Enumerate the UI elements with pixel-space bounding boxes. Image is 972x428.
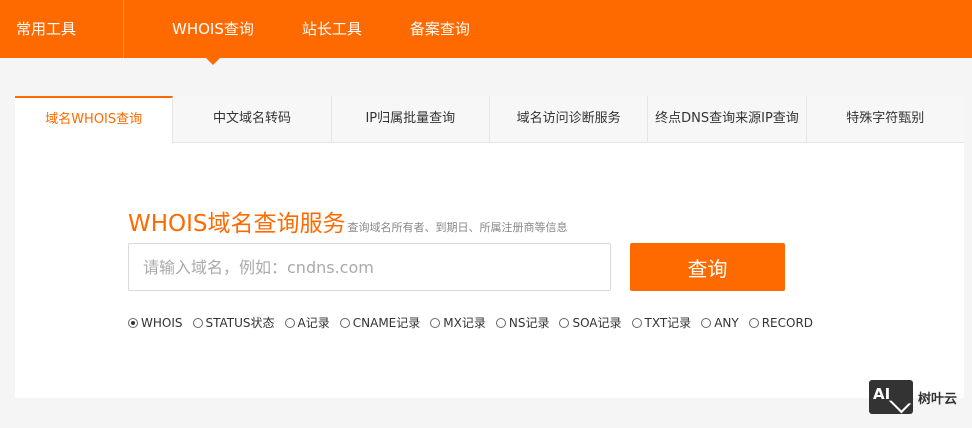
radio-label: RECORD [761,315,814,330]
tab-domain-whois[interactable]: 域名WHOIS查询 [15,96,174,143]
radio-label: WHOIS [141,315,183,330]
watermark: AI 树叶云 [869,380,957,414]
headline: WHOIS域名查询服务 查询域名所有者、到期日、所属注册商等信息 [128,204,568,238]
radio-label: SOA记录 [572,316,622,330]
radio-unselected-icon [701,317,712,328]
tool-tabs: 域名WHOIS查询 中文域名转码 IP归属批量查询 域名访问诊断服务 终点DNS… [15,96,964,143]
radio-label: CNAME记录 [352,316,421,330]
radio-unselected-icon [339,317,350,328]
tab-domain-diagnosis[interactable]: 域名访问诊断服务 [490,96,649,142]
radio-unselected-icon [748,317,759,328]
page-title: WHOIS域名查询服务 [128,211,346,237]
radio-whois[interactable]: WHOIS [128,316,183,330]
radio-ns-record[interactable]: NS记录 [495,314,550,331]
record-type-radio-group: WHOIS STATUS状态 A记录 CNAME记录 MX记录 NS记录 SOA… [128,314,823,331]
radio-unselected-icon [284,317,295,328]
query-button[interactable]: 查询 [630,243,785,291]
top-navigation-bar: 常用工具 WHOIS查询 站长工具 备案查询 [0,0,972,65]
radio-cname-record[interactable]: CNAME记录 [339,314,421,331]
watermark-text: 树叶云 [918,391,958,407]
radio-label: STATUS状态 [205,316,275,330]
radio-unselected-icon [192,317,203,328]
radio-selected-icon [128,317,138,328]
radio-label: TXT记录 [644,316,692,330]
nav-list: WHOIS查询 站长工具 备案查询 [172,0,518,65]
tab-ip-batch-lookup[interactable]: IP归属批量查询 [332,96,490,142]
radio-unselected-icon [430,317,441,328]
nav-brand-common-tools[interactable]: 常用工具 [0,0,124,58]
radio-unselected-icon [631,317,642,328]
radio-txt-record[interactable]: TXT记录 [631,314,692,331]
radio-unselected-icon [495,317,506,328]
radio-soa-record[interactable]: SOA记录 [559,314,622,331]
radio-mx-record[interactable]: MX记录 [430,314,486,331]
ai-logo-icon: AI [869,380,913,414]
domain-search-input[interactable] [128,243,611,291]
radio-label: ANY [714,315,739,330]
page-subtitle: 查询域名所有者、到期日、所属注册商等信息 [347,221,568,234]
radio-label: A记录 [297,316,330,330]
radio-record[interactable]: RECORD [748,315,814,330]
tab-dns-source-ip[interactable]: 终点DNS查询来源IP查询 [648,96,807,142]
nav-item-icp-lookup[interactable]: 备案查询 [410,0,470,58]
radio-status[interactable]: STATUS状态 [192,314,275,331]
radio-label: MX记录 [443,316,486,330]
radio-any[interactable]: ANY [701,316,739,330]
radio-unselected-icon [559,317,570,328]
tab-chinese-domain-convert[interactable]: 中文域名转码 [173,96,332,142]
radio-label: NS记录 [508,316,550,330]
tab-special-char-check[interactable]: 特殊字符甄别 [807,96,964,142]
radio-a-record[interactable]: A记录 [284,314,330,331]
main-panel: 域名WHOIS查询 中文域名转码 IP归属批量查询 域名访问诊断服务 终点DNS… [15,96,964,398]
nav-item-whois[interactable]: WHOIS查询 [172,0,254,65]
nav-item-webmaster-tools[interactable]: 站长工具 [302,0,362,58]
